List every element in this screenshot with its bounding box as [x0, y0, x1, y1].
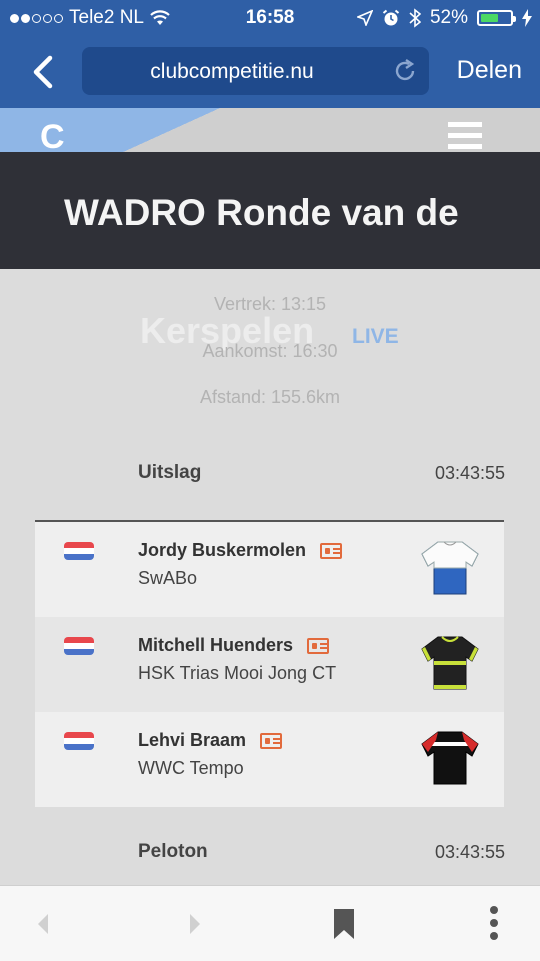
- bookmark-icon[interactable]: [333, 908, 355, 940]
- netherlands-flag-icon: [64, 637, 94, 655]
- back-arrow-icon[interactable]: [34, 912, 52, 936]
- back-chevron-icon[interactable]: [28, 54, 60, 90]
- rider-row[interactable]: Lehvi Braam WWC Tempo: [35, 712, 504, 807]
- results-time: 03:43:55: [435, 463, 505, 483]
- peloton-time: 03:43:55: [435, 842, 505, 862]
- results-header: Uitslag: [138, 462, 202, 483]
- address-bar[interactable]: clubcompetitie.nu: [82, 47, 429, 95]
- rider-card-icon[interactable]: [320, 543, 343, 560]
- rider-row[interactable]: Jordy Buskermolen SwABo: [35, 522, 504, 617]
- rider-card-icon[interactable]: [260, 733, 283, 750]
- browser-toolbar: [0, 885, 540, 961]
- alarm-icon: [382, 9, 400, 26]
- netherlands-flag-icon: [64, 542, 94, 560]
- rider-row[interactable]: Mitchell Huenders HSK Trias Mooi Jong CT: [35, 617, 504, 712]
- jersey-icon: [421, 541, 479, 595]
- jersey-icon: [421, 731, 479, 785]
- rider-name[interactable]: Mitchell Huenders: [138, 635, 330, 656]
- share-button[interactable]: Delen: [457, 56, 522, 85]
- reload-icon[interactable]: [391, 57, 419, 85]
- rider-name[interactable]: Lehvi Braam: [138, 730, 283, 751]
- peloton-header: Peloton: [138, 841, 208, 862]
- browser-navbar: clubcompetitie.nu Delen: [0, 36, 540, 108]
- location-icon: [356, 10, 373, 26]
- battery-percent: 52%: [429, 7, 468, 28]
- rider-team: SwABo: [138, 568, 198, 588]
- rider-team: HSK Trias Mooi Jong CT: [138, 663, 337, 683]
- hamburger-menu-icon[interactable]: [448, 122, 482, 152]
- status-bar: Tele2 NL 16:58 52%: [0, 0, 540, 36]
- forward-arrow-icon[interactable]: [186, 912, 204, 936]
- rider-card-icon[interactable]: [307, 638, 330, 655]
- more-options-icon[interactable]: [488, 906, 500, 944]
- battery-icon: [477, 10, 516, 26]
- rider-name[interactable]: Jordy Buskermolen: [138, 540, 343, 561]
- status-icons: 52%: [356, 7, 532, 29]
- race-distance: Afstand: 155.6km: [199, 387, 341, 407]
- rider-team: WWC Tempo: [138, 758, 244, 778]
- race-title-bar: WADRO Ronde van de: [0, 152, 540, 269]
- url-text: clubcompetitie.nu: [150, 60, 314, 83]
- arrival-time: Aankomst: 16:30: [202, 341, 338, 361]
- charging-icon: [522, 9, 532, 27]
- race-title: WADRO Ronde van de: [64, 192, 459, 233]
- page-content: Vertrek: 13:15 Kerspelen LIVE Aankomst: …: [0, 269, 540, 885]
- jersey-icon: [421, 636, 479, 690]
- bluetooth-icon: [409, 8, 421, 28]
- netherlands-flag-icon: [64, 732, 94, 750]
- results-list: Jordy Buskermolen SwABo Mitchell Huender…: [35, 520, 504, 807]
